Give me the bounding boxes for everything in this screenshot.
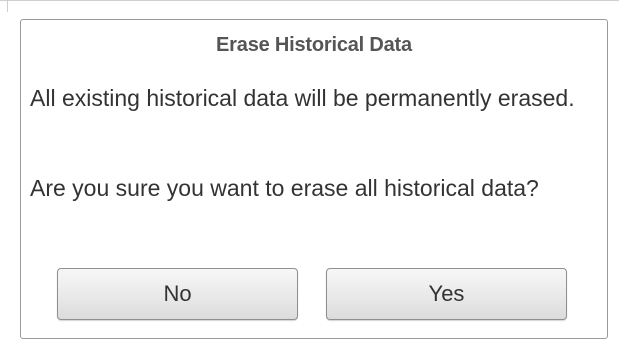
- erase-historical-data-dialog: Erase Historical Data All existing histo…: [20, 19, 608, 339]
- dialog-message: All existing historical data will be per…: [30, 85, 575, 111]
- page-top-border: [0, 0, 619, 1]
- yes-button[interactable]: Yes: [326, 268, 567, 320]
- dialog-question: Are you sure you want to erase all histo…: [30, 175, 539, 201]
- page-left-border: [7, 0, 8, 12]
- no-button[interactable]: No: [57, 268, 298, 320]
- dialog-title: Erase Historical Data: [216, 34, 412, 56]
